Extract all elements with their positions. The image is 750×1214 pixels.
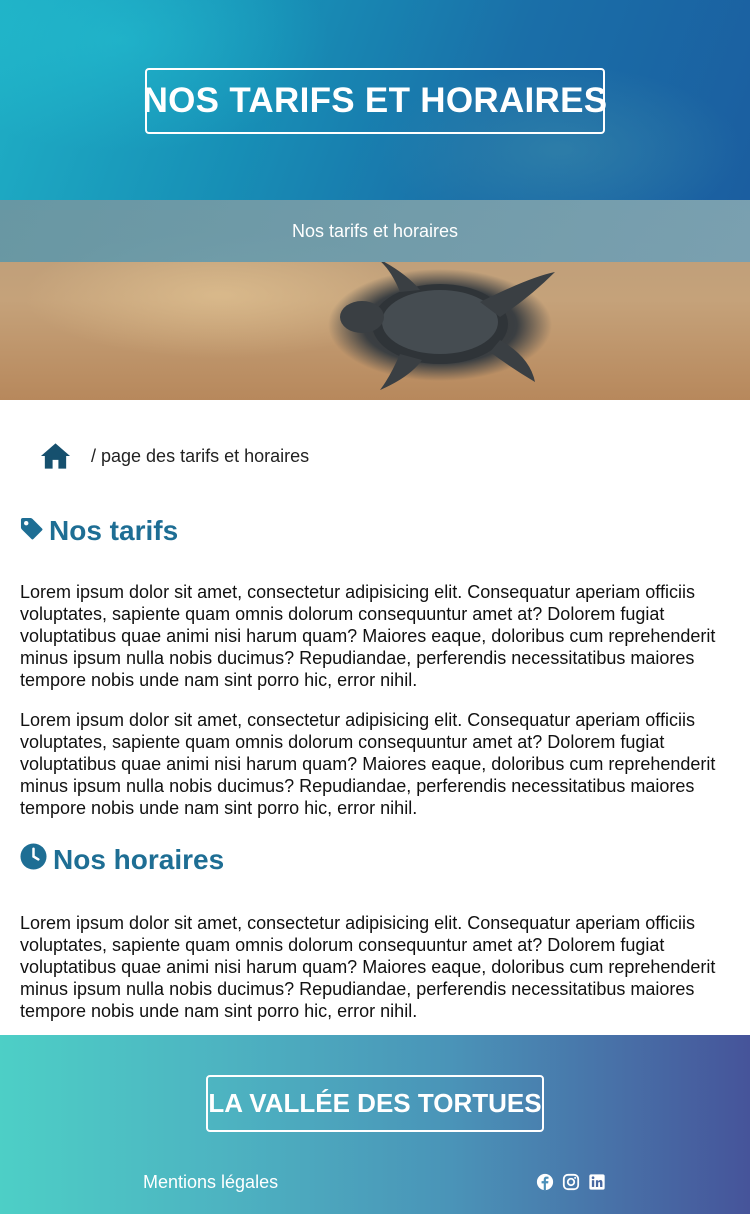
section-heading-tarifs: Nos tarifs (20, 508, 720, 554)
turtle-illustration (340, 262, 555, 390)
main-content: Nos tarifs Lorem ipsum dolor sit amet, c… (20, 508, 720, 1022)
footer-title: LA VALLÉE DES TORTUES (208, 1088, 542, 1118)
page-subtitle: Nos tarifs et horaires (291, 220, 459, 241)
tag-icon (20, 515, 43, 547)
linkedin-icon[interactable] (588, 1173, 606, 1191)
hero-image: Nos tarifs et horaires (0, 200, 750, 400)
page-title: NOS TARIFS ET HORAIRES (142, 81, 608, 120)
breadcrumb: / page des tarifs et horaires (40, 438, 309, 474)
section-title-horaires: Nos horaires (53, 844, 225, 875)
legal-notice-link[interactable]: Mentions légales (143, 1172, 278, 1193)
tarifs-paragraph: Lorem ipsum dolor sit amet, consectetur … (20, 710, 716, 818)
subtitle-band: Nos tarifs et horaires (0, 200, 750, 262)
section-heading-horaires: Nos horaires (20, 837, 720, 883)
clock-icon (20, 843, 47, 877)
hero-banner: NOS TARIFS ET HORAIRES (0, 0, 750, 200)
facebook-icon[interactable] (536, 1173, 554, 1191)
footer: LA VALLÉE DES TORTUES Mentions légales (0, 1035, 750, 1214)
page-title-box: NOS TARIFS ET HORAIRES (142, 68, 608, 134)
horaires-paragraph: Lorem ipsum dolor sit amet, consectetur … (20, 913, 716, 1021)
breadcrumb-current: / page des tarifs et horaires (91, 445, 310, 466)
instagram-icon[interactable] (562, 1173, 580, 1191)
tarifs-paragraph: Lorem ipsum dolor sit amet, consectetur … (20, 582, 716, 690)
footer-title-box: LA VALLÉE DES TORTUES (206, 1075, 544, 1132)
social-links (536, 1173, 606, 1191)
section-title-tarifs: Nos tarifs (49, 515, 179, 546)
home-icon[interactable] (40, 442, 71, 470)
